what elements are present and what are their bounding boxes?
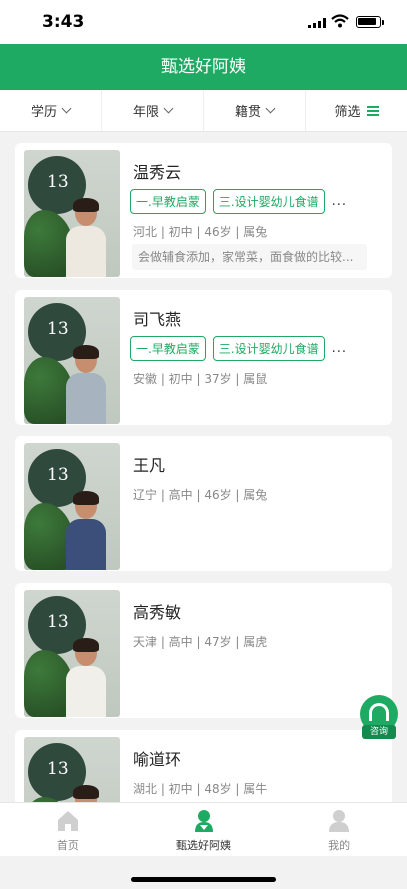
nanny-name: 温秀云 [133,163,182,182]
battery-icon [356,16,381,28]
nanny-photo: 13 [24,737,120,802]
status-time: 3:43 [42,12,85,32]
filter-more[interactable]: 筛选 [306,90,407,131]
nanny-card[interactable]: 13 司飞燕 一.早教启蒙 三.设计婴幼儿食谱 ... 安徽 | 初中 | 37… [15,290,392,425]
nanny-info: 河北 | 初中 | 46岁 | 属兔 [133,225,268,239]
tab-label: 甄选好阿姨 [176,839,231,852]
wifi-icon [331,14,349,28]
consult-label: 咨询 [362,725,396,739]
nanny-card[interactable]: 13 高秀敏 天津 | 高中 | 47岁 | 属虎 [15,583,392,718]
chevron-down-icon [61,103,72,114]
nanny-photo: 13 [24,297,120,424]
profile-icon [329,810,350,832]
skill-tag: 一.早教启蒙 [130,189,206,214]
chevron-down-icon [265,103,276,114]
nanny-photo: 13 [24,443,120,570]
tab-home[interactable]: 首页 [0,803,136,856]
nanny-info: 湖北 | 初中 | 48岁 | 属牛 [133,782,268,796]
filter-label: 籍贯 [234,105,261,120]
menu-icon [366,104,379,118]
nanny-icon [194,810,213,832]
tab-label: 首页 [56,839,79,852]
cellular-signal-icon [308,18,326,28]
skill-tags: 一.早教启蒙 三.设计婴幼儿食谱 ... [130,189,347,214]
skill-tag: 一.早教启蒙 [130,336,206,361]
filter-bar: 学历 年限 籍贯 筛选 [0,90,407,132]
home-indicator [131,877,276,882]
nanny-photo: 13 [24,590,120,717]
nanny-name: 喻道环 [133,750,182,769]
nanny-description: 会做辅食添加，家常菜，面食做的比较... [132,244,367,270]
page-title: 甄选好阿姨 [0,44,407,90]
nanny-info: 天津 | 高中 | 47岁 | 属虎 [133,635,268,649]
filter-education[interactable]: 学历 [0,90,102,131]
tab-bar: 首页 甄选好阿姨 我的 [0,802,407,856]
skill-tags: 一.早教启蒙 三.设计婴幼儿食谱 ... [130,336,347,361]
skill-tag: 三.设计婴幼儿食谱 [212,189,325,214]
nanny-list: 13 温秀云 一.早教启蒙 三.设计婴幼儿食谱 ... 河北 | 初中 | 46… [0,132,407,802]
tab-profile[interactable]: 我的 [271,803,407,856]
nanny-name: 王凡 [133,456,166,475]
filter-hometown[interactable]: 籍贯 [204,90,306,131]
tab-nanny[interactable]: 甄选好阿姨 [136,803,272,856]
skill-tag: 三.设计婴幼儿食谱 [212,336,325,361]
filter-experience[interactable]: 年限 [102,90,204,131]
nanny-photo: 13 [24,150,120,277]
home-icon [57,811,78,831]
more-tags: ... [331,341,348,356]
filter-label: 年限 [132,105,159,120]
consult-button[interactable]: 咨询 [360,695,398,739]
nanny-info: 辽宁 | 高中 | 46岁 | 属兔 [133,488,268,502]
more-tags: ... [331,194,348,209]
filter-label: 学历 [30,105,57,120]
nanny-card[interactable]: 13 喻道环 湖北 | 初中 | 48岁 | 属牛 [15,730,392,802]
status-bar: 3:43 [0,0,407,44]
filter-label: 筛选 [334,105,361,120]
chevron-down-icon [163,103,174,114]
tab-label: 我的 [328,839,351,852]
nanny-name: 司飞燕 [133,310,182,329]
nanny-info: 安徽 | 初中 | 37岁 | 属鼠 [133,372,268,386]
nanny-card[interactable]: 13 王凡 辽宁 | 高中 | 46岁 | 属兔 [15,436,392,571]
nanny-card[interactable]: 13 温秀云 一.早教启蒙 三.设计婴幼儿食谱 ... 河北 | 初中 | 46… [15,143,392,278]
nanny-name: 高秀敏 [133,603,182,622]
